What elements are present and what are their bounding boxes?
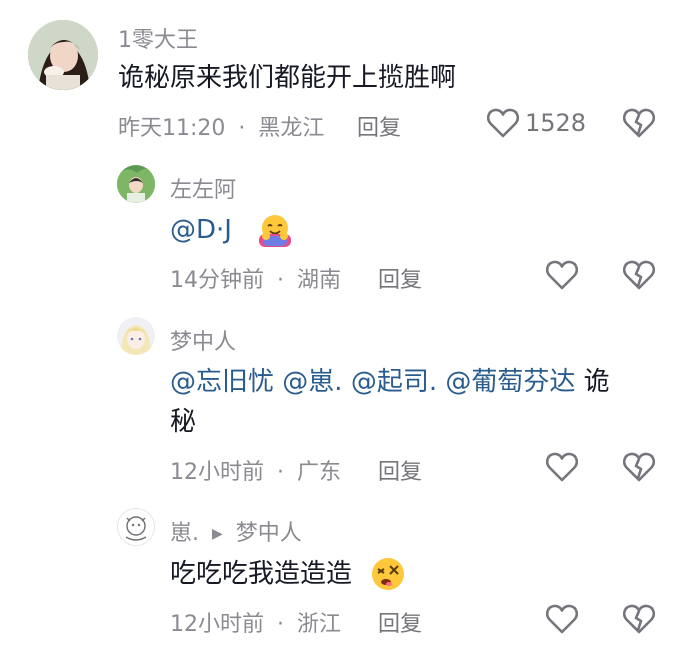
mention-link[interactable]: @崽. xyxy=(282,367,342,397)
location: 广东 xyxy=(297,460,342,485)
triangle-right-icon: ▶ xyxy=(212,526,223,542)
username[interactable]: 1零大王 xyxy=(118,22,198,54)
hugging-face-emoji xyxy=(257,212,293,248)
username[interactable]: 左左阿 xyxy=(170,172,236,204)
reply-to-username[interactable]: 梦中人 xyxy=(236,521,302,546)
timestamp: 12小时前 xyxy=(170,612,264,637)
heart-outline-icon[interactable] xyxy=(546,452,578,482)
comment-meta: 12小时前 · 浙江 xyxy=(170,606,341,638)
broken-heart-icon[interactable] xyxy=(623,260,655,290)
avatar[interactable] xyxy=(117,317,155,355)
location: 湖南 xyxy=(297,268,342,293)
avatar[interactable] xyxy=(28,20,98,90)
broken-heart-icon[interactable] xyxy=(623,604,655,634)
heart-outline-icon[interactable] xyxy=(546,260,578,290)
mention-link[interactable]: @忘旧忧 xyxy=(170,367,274,397)
comment-text: 诡秘原来我们都能开上揽胜啊 xyxy=(118,63,457,93)
reply-button[interactable]: 回复 xyxy=(378,262,422,294)
comment-meta: 14分钟前 · 湖南 xyxy=(170,262,341,294)
separator: · xyxy=(277,268,284,293)
username[interactable]: 崽. xyxy=(170,521,199,546)
separator: · xyxy=(277,460,284,485)
reply-button[interactable]: 回复 xyxy=(378,606,422,638)
broken-heart-icon[interactable] xyxy=(623,452,655,482)
comment-text-tail: 诡 xyxy=(583,367,610,397)
heart-outline-icon[interactable] xyxy=(546,604,578,634)
separator: · xyxy=(277,612,284,637)
reply-header: 崽. ▶ 梦中人 xyxy=(170,515,302,547)
comment-text: 吃吃吃我造造造 xyxy=(170,559,353,589)
timestamp: 昨天11:20 xyxy=(118,116,226,141)
comment-text: @忘旧忧 @崽. @起司. @葡萄芬达 诡 xyxy=(170,362,610,402)
mention-link[interactable]: @D·J xyxy=(170,210,232,250)
heart-outline-icon[interactable] xyxy=(487,108,519,138)
username[interactable]: 梦中人 xyxy=(170,324,236,356)
timestamp: 14分钟前 xyxy=(170,268,264,293)
separator: · xyxy=(238,116,246,141)
reply-button[interactable]: 回复 xyxy=(357,110,401,142)
avatar[interactable] xyxy=(117,165,155,203)
mention-link[interactable]: @起司. xyxy=(351,367,437,397)
location: 浙江 xyxy=(297,612,342,637)
avatar[interactable] xyxy=(117,508,155,546)
broken-heart-icon[interactable] xyxy=(623,108,655,138)
timestamp: 12小时前 xyxy=(170,460,264,485)
comment-meta: 12小时前 · 广东 xyxy=(170,454,341,486)
like-count: 1528 xyxy=(525,109,587,137)
reply-button[interactable]: 回复 xyxy=(378,454,422,486)
dizzy-face-emoji xyxy=(370,556,406,592)
location: 黑龙江 xyxy=(258,116,325,141)
comment-meta: 昨天11:20 · 黑龙江 xyxy=(118,110,324,142)
comment-text-line2: 秘 xyxy=(170,407,197,437)
mention-link[interactable]: @葡萄芬达 xyxy=(445,367,575,397)
